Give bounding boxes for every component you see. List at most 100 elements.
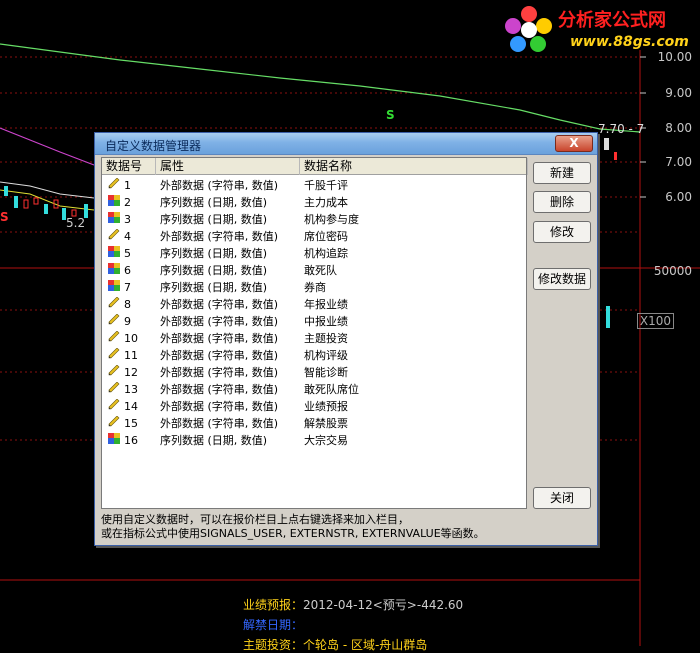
price-label-9: 9.00 [665,86,692,100]
volume-scale-label: X100 [636,313,674,329]
footer-theme: 主题投资：个轮岛 - 区域-舟山群岛 [243,638,428,652]
close-button[interactable]: 关闭 [533,487,591,509]
item-attribute: 外部数据 (字符串, 数值) [160,315,279,328]
multicolor-data-icon [108,245,120,257]
high-price-label: 7.70 - 7 [598,122,645,136]
dialog-titlebar[interactable]: 自定义数据管理器 X [95,133,597,155]
item-attribute: 序列数据 (日期, 数值) [160,213,268,226]
footer-earnings: 业绩预报：2012-04-12<预亏>-442.60 [243,596,463,613]
item-name: 年报业绩 [304,298,348,311]
item-name: 千股千评 [304,179,348,192]
multicolor-data-icon [108,262,120,274]
item-number: 2 [124,196,131,209]
list-item[interactable]: 16 序列数据 (日期, 数值) 大宗交易 [102,432,526,449]
price-label-6: 6.00 [665,190,692,204]
item-number: 7 [124,281,131,294]
list-rows: 1 外部数据 (字符串, 数值) 千股千评 2 序列数据 (日期, 数值) 主力成本 3 序列… [102,177,526,449]
multicolor-data-icon [108,432,120,444]
ma-line-magenta [0,127,95,166]
list-item[interactable]: 15 外部数据 (字符串, 数值) 解禁股票 [102,415,526,432]
list-item[interactable]: 5 序列数据 (日期, 数值) 机构追踪 [102,245,526,262]
item-name: 大宗交易 [304,434,348,447]
list-item[interactable]: 6 序列数据 (日期, 数值) 敢死队 [102,262,526,279]
pencil-icon [108,398,120,410]
list-item[interactable]: 1 外部数据 (字符串, 数值) 千股千评 [102,177,526,194]
candle-right-red [614,152,617,160]
item-number: 6 [124,264,131,277]
item-name: 敢死队 [304,264,337,277]
column-header-attribute[interactable]: 属性 [156,158,300,175]
pencil-icon [108,177,120,189]
status-line-1: 使用自定义数据时，可以在报价栏目上点右键选择来加入栏目， [101,513,409,526]
list-item[interactable]: 10 外部数据 (字符串, 数值) 主题投资 [102,330,526,347]
item-name: 解禁股票 [304,417,348,430]
item-number: 13 [124,383,138,396]
pencil-icon [108,381,120,393]
column-header-name[interactable]: 数据名称 [300,158,528,175]
pencil-icon [108,330,120,342]
item-attribute: 外部数据 (字符串, 数值) [160,349,279,362]
ma-line-white [0,181,95,199]
multicolor-data-icon [108,194,120,206]
pencil-icon [108,228,120,240]
multicolor-data-icon [108,211,120,223]
item-number: 16 [124,434,138,447]
status-line-2: 或在指标公式中使用SIGNALS_USER, EXTERNSTR, EXTERN… [101,527,485,540]
list-item[interactable]: 4 外部数据 (字符串, 数值) 席位密码 [102,228,526,245]
column-header-number[interactable]: 数据号 [102,158,156,175]
item-number: 4 [124,230,131,243]
item-attribute: 外部数据 (字符串, 数值) [160,179,279,192]
list-item[interactable]: 11 外部数据 (字符串, 数值) 机构评级 [102,347,526,364]
list-header: 数据号 属性 数据名称 [102,158,528,175]
list-item[interactable]: 14 外部数据 (字符串, 数值) 业绩预报 [102,398,526,415]
signal-marker-left: S [0,210,9,224]
status-text: 使用自定义数据时，可以在报价栏目上点右键选择来加入栏目， 或在指标公式中使用SI… [101,513,591,543]
pencil-icon [108,415,120,427]
close-window-button[interactable]: X [555,135,593,152]
item-name: 机构参与度 [304,213,359,226]
volume-label: 50000 [653,264,692,278]
delete-button[interactable]: 删除 [533,191,591,213]
new-button[interactable]: 新建 [533,162,591,184]
item-attribute: 外部数据 (字符串, 数值) [160,298,279,311]
item-name: 券商 [304,281,326,294]
item-number: 3 [124,213,131,226]
list-item[interactable]: 2 序列数据 (日期, 数值) 主力成本 [102,194,526,211]
list-item[interactable]: 3 序列数据 (日期, 数值) 机构参与度 [102,211,526,228]
item-name: 敢死队席位 [304,383,359,396]
list-item[interactable]: 12 外部数据 (字符串, 数值) 智能诊断 [102,364,526,381]
list-item[interactable]: 13 外部数据 (字符串, 数值) 敢死队席位 [102,381,526,398]
dialog-title: 自定义数据管理器 [105,139,202,153]
modify-button[interactable]: 修改 [533,221,591,243]
footer-earnings-value: 2012-04-12<预亏>-442.60 [303,598,464,612]
item-number: 8 [124,298,131,311]
pencil-icon [108,347,120,359]
item-number: 1 [124,179,131,192]
signal-marker: S [386,108,395,122]
item-attribute: 外部数据 (字符串, 数值) [160,400,279,413]
modify-data-button[interactable]: 修改数据 [533,268,591,290]
candlesticks-left [4,186,88,220]
item-number: 12 [124,366,138,379]
multicolor-data-icon [108,279,120,291]
item-number: 10 [124,332,138,345]
candle-right [604,138,609,150]
logo-url: www.88gs.com [570,34,689,50]
data-list[interactable]: 数据号 属性 数据名称 1 外部数据 (字符串, 数值) 千股千评 2 序列数据 (日期… [101,157,528,509]
list-item[interactable]: 9 外部数据 (字符串, 数值) 中报业绩 [102,313,526,330]
price-label-7: 7.00 [665,155,692,169]
list-item[interactable]: 8 外部数据 (字符串, 数值) 年报业绩 [102,296,526,313]
item-attribute: 序列数据 (日期, 数值) [160,264,268,277]
item-attribute: 外部数据 (字符串, 数值) [160,230,279,243]
item-name: 中报业绩 [304,315,348,328]
item-name: 机构追踪 [304,247,348,260]
item-number: 11 [124,349,138,362]
item-name: 主力成本 [304,196,348,209]
custom-data-manager-dialog: 自定义数据管理器 X 数据号 属性 数据名称 1 外部数据 (字符串, 数值) 千股… [94,132,598,546]
item-attribute: 外部数据 (字符串, 数值) [160,383,279,396]
item-number: 5 [124,247,131,260]
list-item[interactable]: 7 序列数据 (日期, 数值) 券商 [102,279,526,296]
item-attribute: 序列数据 (日期, 数值) [160,247,268,260]
price-label-8: 8.00 [665,121,692,135]
item-name: 席位密码 [304,230,348,243]
